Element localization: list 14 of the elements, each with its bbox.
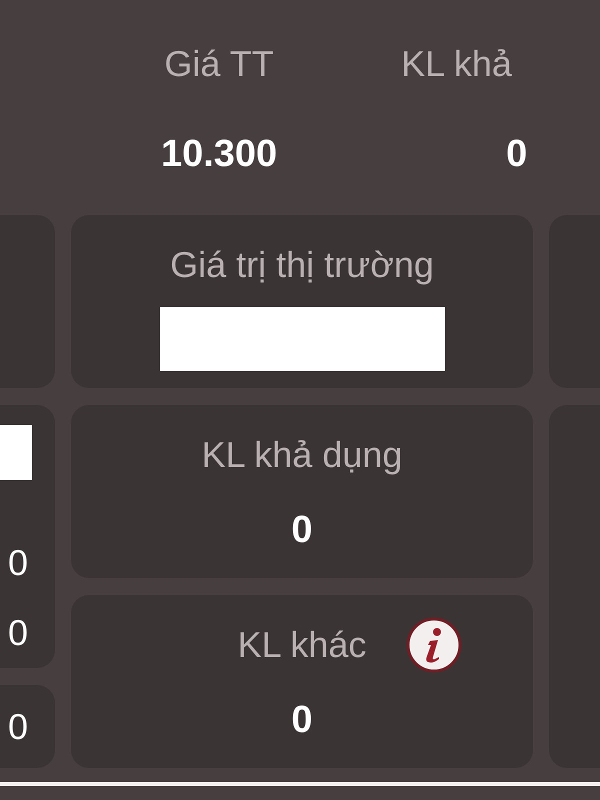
card-label: KL khả dụng	[202, 434, 402, 476]
card-label: Giá trị thị trường	[170, 244, 434, 286]
card-value: 0	[291, 509, 313, 552]
card-value: 0	[8, 704, 28, 748]
info-icon[interactable]	[406, 617, 462, 673]
card-value: 0	[8, 611, 28, 655]
redaction-bar	[0, 425, 32, 480]
column-label: Giá TT	[164, 42, 274, 86]
card-value: 0	[291, 699, 313, 742]
card-value: 0	[8, 541, 28, 585]
column-label: KL khả	[401, 42, 512, 86]
card-label: KL khác	[238, 624, 366, 666]
column-value: 10.300	[160, 132, 278, 176]
column-value: 0	[506, 132, 528, 176]
